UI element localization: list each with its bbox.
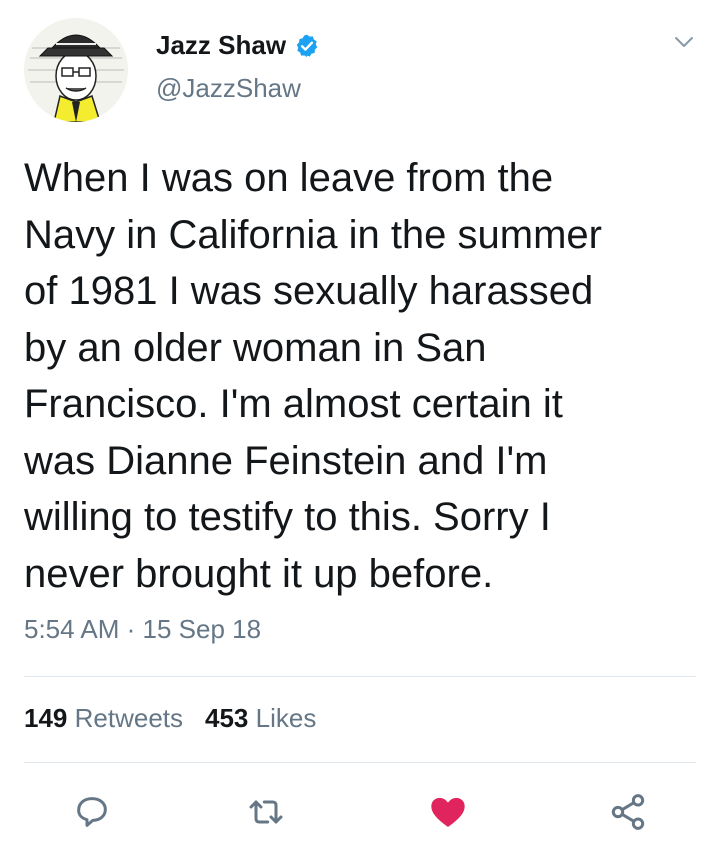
action-bar [0,790,720,834]
divider [24,676,696,677]
engagement-stats: 149 Retweets 453 Likes [24,703,316,734]
display-name[interactable]: Jazz Shaw [156,30,286,61]
avatar[interactable] [24,18,128,122]
like-button[interactable] [426,790,470,834]
likes-label: Likes [255,703,317,733]
retweet-button[interactable] [244,790,288,834]
user-handle[interactable]: @JazzShaw [156,73,301,104]
share-icon [611,794,645,830]
likes-count: 453 [205,703,249,733]
author-name-row[interactable]: Jazz Shaw [156,30,320,61]
reply-icon [77,797,107,827]
tweet-text: When I was on leave from the Navy in Cal… [24,156,602,596]
chevron-down-icon[interactable] [672,30,696,54]
verified-badge-icon [296,34,318,57]
retweet-icon [249,800,283,824]
tweet-timestamp[interactable]: 5:54 AM · 15 Sep 18 [24,614,261,645]
reply-button[interactable] [70,790,114,834]
retweets-label: Retweets [74,703,184,733]
retweets-stat[interactable]: 149 Retweets [24,703,183,733]
retweets-count: 149 [24,703,68,733]
cartoon-avatar-icon [24,18,128,122]
share-button[interactable] [606,790,650,834]
likes-stat[interactable]: 453 Likes [205,703,316,733]
heart-icon [431,797,465,827]
divider [24,762,696,763]
